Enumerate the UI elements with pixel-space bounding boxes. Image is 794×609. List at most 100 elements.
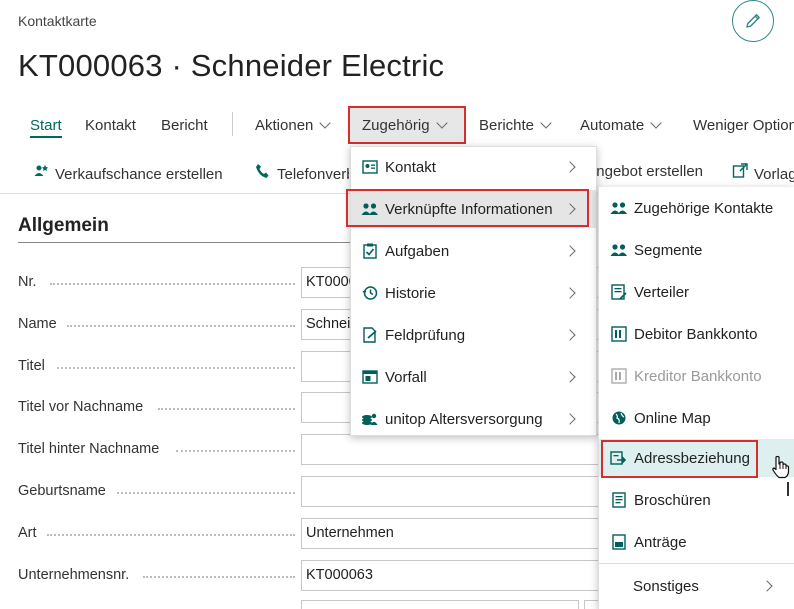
tab-berichte[interactable]: Berichte — [479, 117, 552, 134]
template-icon — [732, 163, 748, 183]
menu-item-kreditor-bankkonto[interactable]: Kreditor Bankkonto — [599, 357, 794, 395]
field-leader — [143, 576, 295, 578]
menu-item-historie[interactable]: Historie — [351, 274, 596, 312]
tab-automate-label: Automate — [580, 117, 645, 134]
menu-item-segmente-label: Segmente — [634, 241, 703, 259]
tab-automate[interactable]: Automate — [580, 117, 662, 134]
extra-field[interactable] — [301, 600, 579, 609]
pencil-icon — [746, 14, 760, 28]
geburtsname-field[interactable] — [301, 476, 601, 507]
tab-zugehoerig[interactable]: Zugehörig — [362, 117, 448, 134]
unternehmensnr-field[interactable]: KT000063 — [301, 560, 601, 591]
art-select[interactable]: Unternehmen — [301, 518, 601, 549]
menu-item-unitop-altersversorgung-label: unitop Altersversorgung — [385, 410, 543, 428]
menu-separator — [232, 112, 233, 136]
verknuepfte-informationen-highlight — [346, 189, 589, 227]
tab-zugehoerig-label: Zugehörig — [362, 117, 430, 134]
menu-item-historie-label: Historie — [385, 284, 436, 302]
menu-item-segmente[interactable]: Segmente — [599, 231, 794, 269]
field-label-nr: Nr. — [18, 274, 37, 290]
adressbeziehung-highlight — [601, 440, 758, 478]
chevron-right-icon — [564, 413, 576, 425]
menu-item-sonstiges[interactable]: Sonstiges — [599, 567, 794, 605]
field-leader — [158, 408, 295, 410]
phone-call-button[interactable]: Telefonverbindung — [255, 163, 349, 183]
chevron-down-icon — [650, 117, 662, 129]
field-label-art: Art — [18, 525, 37, 541]
field-leader — [176, 450, 295, 452]
chevron-right-icon — [564, 371, 576, 383]
menu-item-online-map-label: Online Map — [634, 409, 711, 427]
menu-item-kreditor-bankkonto-label: Kreditor Bankkonto — [634, 367, 762, 385]
page-kind-label: Kontaktkarte — [18, 13, 97, 29]
incident-icon — [359, 370, 381, 384]
menu-item-sonstiges-label: Sonstiges — [633, 577, 699, 595]
field-leader — [117, 492, 295, 494]
menu-item-debitor-bankkonto-label: Debitor Bankkonto — [634, 325, 758, 343]
menu-item-vorfall[interactable]: Vorfall — [351, 358, 596, 396]
menu-item-broschueren[interactable]: Broschüren — [599, 481, 794, 519]
chevron-right-icon — [564, 245, 576, 257]
menu-item-antraege-label: Anträge — [634, 533, 687, 551]
field-label-titel: Titel — [18, 358, 45, 374]
section-title: Allgemein — [18, 215, 109, 236]
menu-item-antraege[interactable]: Anträge — [599, 523, 794, 561]
menu-item-vorfall-label: Vorfall — [385, 368, 427, 386]
template-button[interactable]: Vorlage — [732, 163, 794, 183]
menu-item-verteiler-label: Verteiler — [634, 283, 690, 301]
menu-item-feldpruefung[interactable]: Feldprüfung — [351, 316, 596, 354]
menu-item-feldpruefung-label: Feldprüfung — [385, 326, 466, 344]
scrollbar-tick — [787, 482, 789, 496]
phone-icon — [255, 163, 271, 183]
chevron-down-icon — [435, 117, 448, 129]
chevron-down-icon — [319, 117, 332, 129]
field-check-icon — [359, 327, 381, 343]
chevron-down-icon — [540, 117, 552, 129]
tab-kontakt[interactable]: Kontakt — [85, 117, 136, 134]
application-icon — [609, 534, 629, 550]
people-icon — [609, 201, 629, 215]
field-leader — [47, 534, 295, 536]
chevron-right-icon — [564, 329, 576, 341]
submenu-divider — [599, 563, 794, 564]
brochure-icon — [609, 492, 629, 508]
history-icon — [359, 285, 381, 301]
verknuepfte-informationen-submenu: Zugehörige Kontakte Segmente Verteiler D… — [598, 187, 794, 609]
menu-item-kontakt[interactable]: Kontakt — [351, 148, 596, 186]
menu-item-kontakt-label: Kontakt — [385, 158, 436, 176]
menu-item-verteiler[interactable]: Verteiler — [599, 273, 794, 311]
titel-hinter-nachname-field[interactable] — [301, 434, 601, 465]
create-opportunity-button[interactable]: Verkaufschance erstellen — [33, 163, 223, 183]
menu-item-online-map[interactable]: Online Map — [599, 399, 794, 437]
create-opportunity-label: Verkaufschance erstellen — [55, 166, 223, 183]
field-label-name: Name — [18, 316, 57, 332]
chevron-right-icon — [564, 287, 576, 299]
field-leader — [57, 367, 295, 369]
bank-icon — [609, 326, 629, 342]
list-icon — [609, 284, 629, 300]
menu-item-broschueren-label: Broschüren — [634, 491, 711, 509]
menu-item-zugehoerige-kontakte-label: Zugehörige Kontakte — [634, 199, 774, 217]
hand-cursor-icon — [770, 455, 790, 484]
phone-call-label: Telefonverbindung — [277, 166, 349, 183]
menu-item-unitop-altersversorgung[interactable]: unitop Altersversorgung — [351, 400, 596, 438]
task-icon — [359, 243, 381, 259]
create-quote-button[interactable]: Angebot erstellen — [597, 163, 703, 180]
tab-weniger-optionen[interactable]: Weniger Optionen — [693, 117, 794, 134]
menu-item-aufgaben[interactable]: Aufgaben — [351, 232, 596, 270]
field-label-geburtsname: Geburtsname — [18, 483, 106, 499]
field-leader — [50, 283, 295, 285]
bank-icon — [609, 368, 629, 384]
edit-button[interactable] — [732, 0, 774, 42]
field-label-unternehmensnr: Unternehmensnr. — [18, 567, 130, 583]
tab-aktionen[interactable]: Aktionen — [255, 117, 332, 134]
menu-item-debitor-bankkonto[interactable]: Debitor Bankkonto — [599, 315, 794, 353]
contact-card-icon — [359, 160, 381, 174]
tab-start[interactable]: Start — [30, 117, 62, 138]
tab-aktionen-label: Aktionen — [255, 117, 314, 134]
opportunity-icon — [33, 163, 49, 183]
menu-item-zugehoerige-kontakte[interactable]: Zugehörige Kontakte — [599, 189, 794, 227]
field-label-titel-hinter-nachname: Titel hinter Nachname — [18, 441, 160, 457]
menu-item-aufgaben-label: Aufgaben — [385, 242, 450, 260]
tab-bericht[interactable]: Bericht — [161, 117, 208, 134]
